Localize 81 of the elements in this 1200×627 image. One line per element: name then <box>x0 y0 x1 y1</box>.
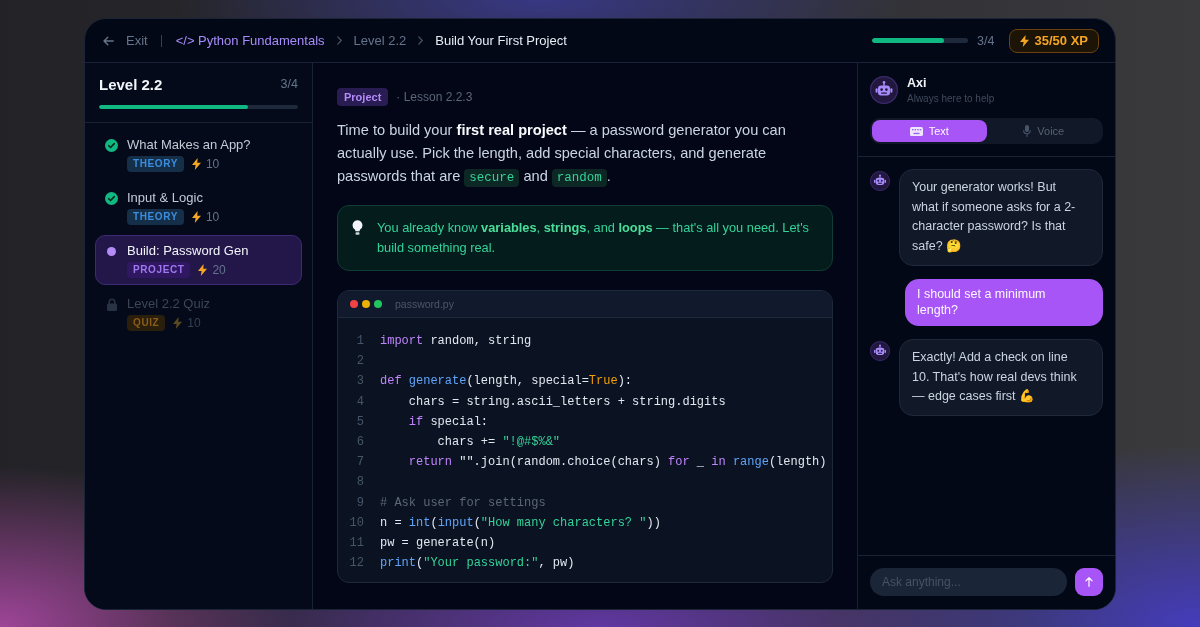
xp-badge: 35/50 XP <box>1008 28 1099 53</box>
window-dot-icon <box>374 300 382 308</box>
lesson-item[interactable]: What Makes an App? THEORY 10 <box>95 129 302 179</box>
lock-icon <box>106 297 117 311</box>
progress-count: 3/4 <box>280 77 298 91</box>
lightning-icon <box>198 264 208 276</box>
mode-tab[interactable]: Voice <box>986 120 1101 142</box>
breadcrumb-link[interactable]: Level 2.2 <box>353 33 407 48</box>
file-name: password.py <box>395 298 454 310</box>
line-number: 1 <box>355 333 364 350</box>
lightning-icon <box>173 317 183 329</box>
line-number: 3 <box>355 373 364 391</box>
tip-text: You already know variables, strings, and loops — that's all you need. Let's build something real. <box>377 219 810 257</box>
chevron-icon <box>418 36 424 45</box>
breadcrumb-current: Build Your First Project <box>435 33 567 48</box>
line-number: 2 <box>355 353 364 371</box>
category-tag: QUIZ <box>127 315 166 331</box>
code-line: pw = generate(n) <box>380 534 496 552</box>
assistant-name: Axi <box>907 76 928 90</box>
message-bubble: Exactly! Add a check on line 10. That's how real devs think — edge cases first 💪 <box>899 338 1103 416</box>
microphone-icon <box>1023 125 1032 137</box>
lightning-icon <box>191 158 201 170</box>
back-arrow-icon <box>103 35 114 46</box>
code-line: if special: <box>407 413 489 431</box>
xp-points: 10 <box>187 316 201 330</box>
level-title: Level 2.2 <box>99 75 163 93</box>
line-number: 12 <box>348 555 364 573</box>
code-line: chars += "!@#$%&" <box>436 433 561 451</box>
line-number: 7 <box>355 454 364 472</box>
check-circle-icon <box>105 191 118 205</box>
code-line: def generate(length, special=True): <box>380 373 633 391</box>
exit-button[interactable]: Exit <box>103 33 148 48</box>
progress-count: 3/4 <box>977 33 995 48</box>
robot-avatar-icon <box>870 340 890 361</box>
lesson-item[interactable]: Build: Password Gen PROJECT 20 <box>95 235 302 285</box>
line-number: 11 <box>348 534 364 552</box>
message-bubble: Your generator works! But what if someone asks for a 2-character password? Is that safe? 🤔 <box>899 169 1103 266</box>
assistant-subtitle: Always here to help <box>907 93 995 104</box>
line-number: 8 <box>355 474 364 492</box>
window-dot-icon <box>362 300 370 308</box>
lesson-item[interactable]: Level 2.2 Quiz QUIZ 10 <box>95 288 302 338</box>
code-line: import random, string <box>380 333 532 350</box>
code-line: return "".join(random.choice(chars) for _ in range(length) <box>407 454 827 472</box>
line-number: 5 <box>355 413 364 431</box>
mode-tab[interactable]: Text <box>872 120 987 142</box>
lightning-icon <box>1019 34 1029 47</box>
line-number: 10 <box>348 514 364 532</box>
lesson-number: · Lesson 2.2.3 <box>396 90 473 104</box>
window-dot-icon <box>350 300 358 308</box>
lightning-icon <box>191 211 201 223</box>
robot-avatar-icon <box>870 76 898 104</box>
xp-points: 10 <box>205 210 220 224</box>
code-line: n = int(input("How many characters? ")) <box>380 514 661 532</box>
xp-points: 20 <box>212 263 226 277</box>
check-circle-icon <box>105 138 118 152</box>
lesson-title: Build: Password Gen <box>127 242 250 260</box>
lesson-title: What Makes an App? <box>127 136 252 154</box>
send-button[interactable] <box>1075 568 1103 596</box>
lesson-item[interactable]: Input & Logic THEORY 10 <box>95 182 302 232</box>
robot-avatar-icon <box>870 171 890 191</box>
xp-points: 10 <box>205 157 220 171</box>
category-tag: PROJECT <box>127 262 191 278</box>
status-dot-icon <box>107 246 116 256</box>
lightbulb-icon <box>352 220 363 235</box>
chevron-icon <box>336 36 342 45</box>
breadcrumb-link[interactable]: </> Python Fundamentals <box>175 33 325 48</box>
lesson-title: Input & Logic <box>127 189 204 207</box>
category-tag: THEORY <box>127 156 184 172</box>
line-number: 6 <box>355 433 364 451</box>
code-line: chars = string.ascii_letters + string.digits <box>407 393 726 411</box>
lesson-intro-paragraph: Time to build your first real project — a password generator you can actually use. Pick the length, add special characters, and generate passwords that are secure and random . <box>337 121 787 189</box>
keyboard-icon <box>909 126 923 136</box>
lesson-type-badge: Project <box>337 88 389 106</box>
arrow-up-icon <box>1085 577 1093 587</box>
category-tag: THEORY <box>127 209 184 225</box>
code-line: print("Your password:", pw) <box>380 555 575 573</box>
lesson-title: Level 2.2 Quiz <box>127 295 212 313</box>
code-line: # Ask user for settings <box>380 494 546 512</box>
line-number: 4 <box>355 393 364 411</box>
line-number: 9 <box>355 494 364 512</box>
message-bubble: I should set a minimum length? <box>905 278 1103 326</box>
